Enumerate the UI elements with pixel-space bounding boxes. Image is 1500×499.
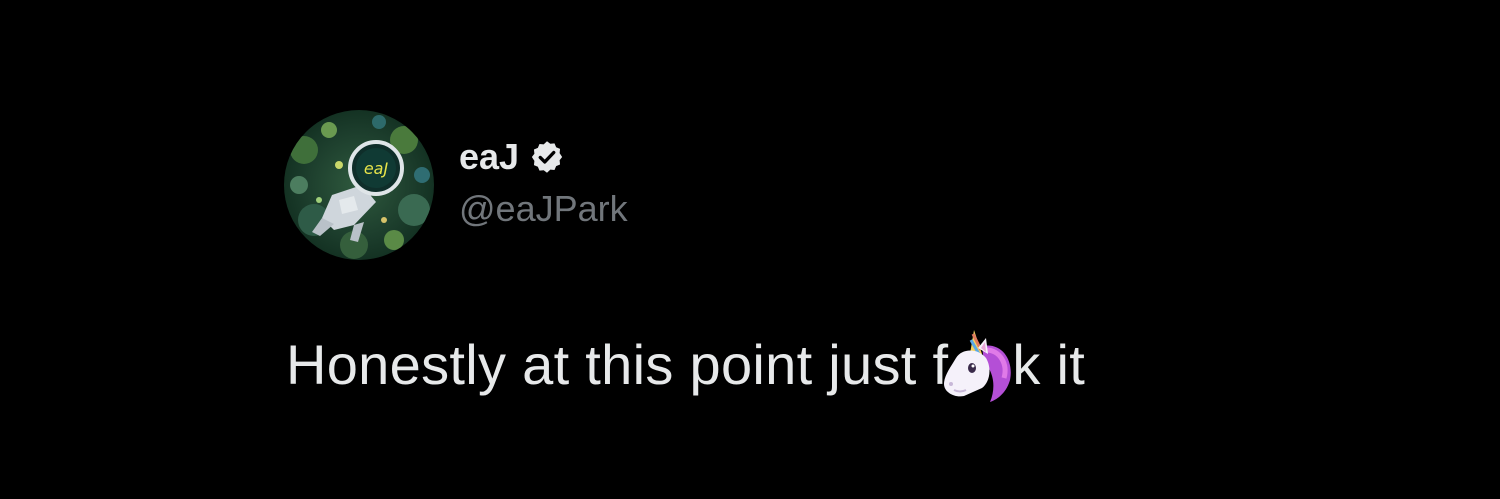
tweet-text: Honestly at this point just f k it <box>286 330 1086 402</box>
avatar-logo-text: eaJ <box>364 159 389 178</box>
name-row: eaJ <box>459 134 628 180</box>
verified-badge-icon <box>529 139 565 175</box>
tweet-card: eaJ eaJ @eaJPark Honestly at this point … <box>284 110 1284 402</box>
user-handle[interactable]: @eaJPark <box>459 186 628 232</box>
tweet-text-part-2: k it <box>1012 333 1086 396</box>
astronaut-avatar-icon: eaJ <box>284 110 434 260</box>
tweet-header: eaJ eaJ @eaJPark <box>284 110 1284 260</box>
tweet-text-part-1: Honestly at this point just f <box>286 333 949 396</box>
author-identity: eaJ @eaJPark <box>459 134 628 232</box>
avatar[interactable]: eaJ <box>284 110 434 260</box>
display-name[interactable]: eaJ <box>459 134 519 180</box>
unicorn-emoji-icon <box>940 330 1012 402</box>
